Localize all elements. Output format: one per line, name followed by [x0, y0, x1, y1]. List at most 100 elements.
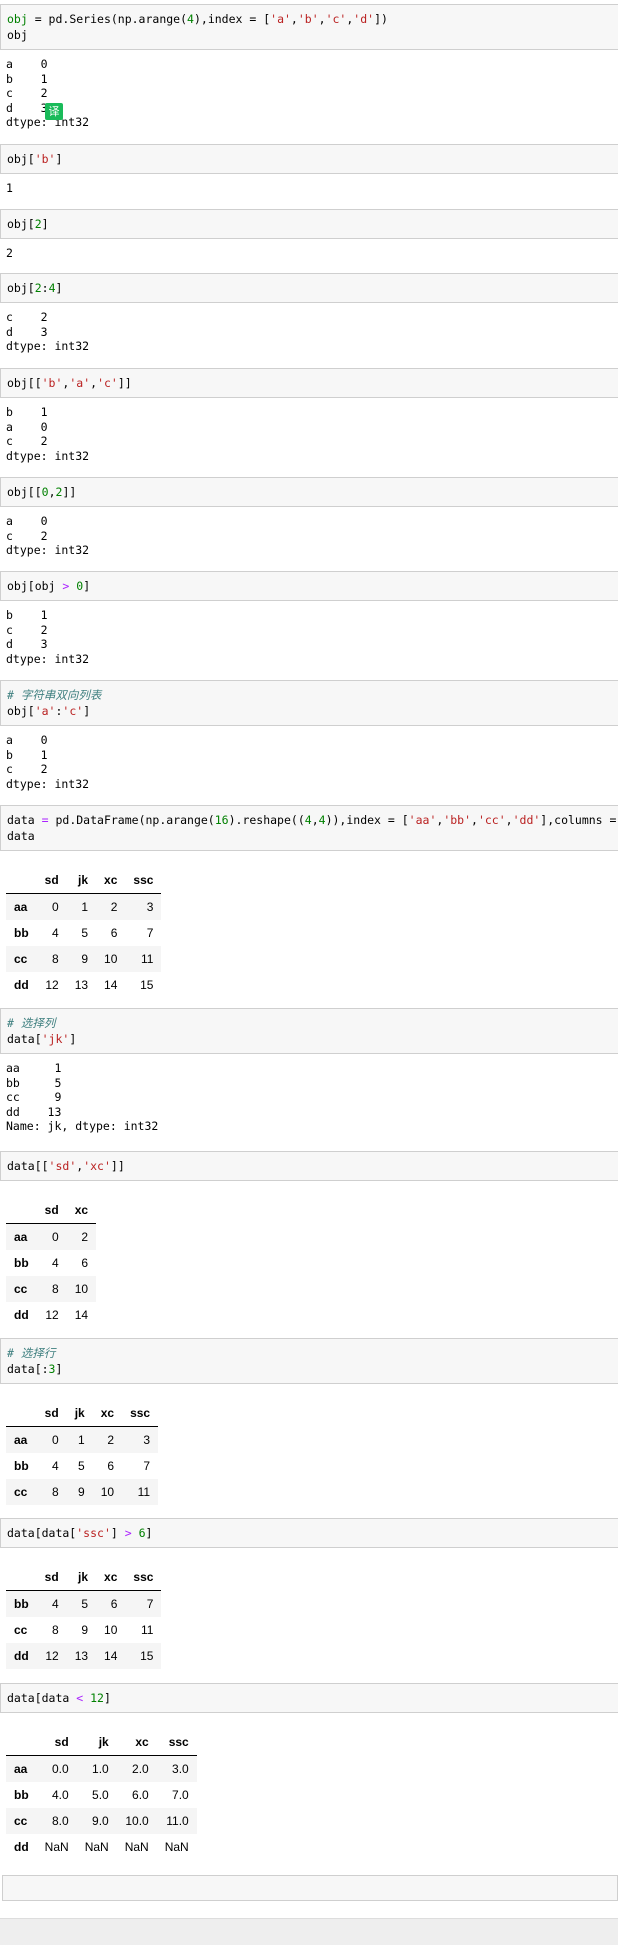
- code-input[interactable]: # 选择行 data[:3]: [0, 1338, 618, 1384]
- table-row: cc 8 10: [6, 1276, 97, 1302]
- translate-badge-icon[interactable]: 译: [45, 103, 63, 120]
- row-index: dd: [14, 977, 29, 992]
- code-token: ,: [311, 813, 319, 827]
- code-input[interactable]: # 选择列 data['jk']: [0, 1008, 618, 1054]
- table-cell: 6: [110, 1596, 118, 1611]
- code-token: ,: [48, 485, 56, 499]
- dataframe-table: sd jk xc ssc aa 0 1 2 3 bb 4 5 6 7 cc 8 9 10 11 dd 12 13 14 15: [6, 867, 162, 998]
- code-input[interactable]: data[['sd','xc']]: [0, 1151, 618, 1181]
- table-row: bb 4 5 6 7: [6, 920, 161, 946]
- code-input[interactable]: # 字符串双向列表 obj['a':'c']: [0, 680, 618, 726]
- code-input[interactable]: obj[obj > 0]: [0, 571, 618, 601]
- code-token: pd.DataFrame(np.arange(: [48, 813, 215, 827]
- code-input[interactable]: obj[['b','a','c']]: [0, 368, 618, 398]
- dataframe-table: sd jk xc ssc bb 4 5 6 7 cc 8 9 10 11 dd 12 13 14 15: [6, 1564, 162, 1669]
- table-cell: 2: [110, 899, 118, 914]
- table-cell: 13: [74, 977, 89, 992]
- row-index: cc: [14, 1484, 28, 1499]
- cell-output: aa 1 bb 5 cc 9 dd 13 Name: jk, dtype: int32: [0, 1054, 618, 1134]
- code-input[interactable]: obj['b']: [0, 144, 618, 174]
- code-token: obj: [7, 28, 28, 42]
- code-token: ).reshape((: [228, 813, 305, 827]
- output-line: b 1: [6, 747, 48, 762]
- code-input[interactable]: data[data['ssc'] > 6]: [0, 1518, 618, 1548]
- code-line: data: [7, 828, 612, 844]
- column-header: sd: [36, 1729, 77, 1756]
- column-header: xc: [92, 1400, 123, 1427]
- table-cell: 0: [52, 899, 59, 914]
- code-token: 'c': [62, 704, 84, 718]
- notebook-cell: obj[['b','a','c']] b 1a 0c 2 dtype: int32: [0, 368, 618, 463]
- output-line: dd 13: [6, 1104, 62, 1119]
- table-row: aa 0 1 2 3: [6, 1426, 159, 1453]
- index-header: [6, 1400, 37, 1427]
- code-line: obj: [7, 27, 612, 43]
- table-cell: 8.0: [52, 1813, 69, 1828]
- code-token: obj[obj: [7, 579, 63, 593]
- output-line: b 1: [6, 405, 48, 419]
- code-input[interactable]: obj[2:4]: [0, 273, 618, 303]
- output-line: dtype: int32: [6, 115, 90, 129]
- code-token: data[data[: [7, 1526, 77, 1540]
- table-cell: 4.0: [52, 1787, 69, 1802]
- row-index: bb: [14, 1596, 29, 1611]
- code-token: 'sd': [48, 1159, 77, 1173]
- output-line: c 2: [6, 434, 48, 448]
- notebook-cell: # 选择行 data[:3] sd jk xc ssc aa 0 1 2 3 bb 4 5 6 7 cc 8 9 10…: [0, 1338, 618, 1505]
- bottom-scrollbar[interactable]: [0, 1918, 618, 1945]
- code-token: 4: [187, 12, 194, 26]
- output-line: a 0: [6, 733, 48, 747]
- table-cell: 0: [52, 1432, 59, 1447]
- code-line: obj[2]: [7, 216, 612, 232]
- code-input[interactable]: data[data < 12]: [0, 1683, 618, 1713]
- table-cell: 3: [146, 899, 154, 914]
- table-cell: 9: [78, 1484, 85, 1499]
- code-token: ]): [374, 12, 388, 26]
- table-row: aa 0 1 2 3: [6, 893, 162, 920]
- table-cell: 14: [104, 1648, 118, 1663]
- output-line: d 3: [6, 100, 48, 115]
- table-row: dd 12 13 14 15: [6, 972, 161, 998]
- code-input[interactable]: data = pd.DataFrame(np.arange(16).reshap…: [0, 805, 618, 851]
- code-token: ,: [290, 12, 298, 26]
- table-cell: 14: [104, 977, 118, 992]
- dataframe-table: sd jk xc ssc aa 0.0 1.0 2.0 3.0 bb 4.0 5.0 6.0 7.0 cc 8…: [6, 1729, 197, 1860]
- code-token: 2: [34, 217, 42, 231]
- empty-code-cell[interactable]: [2, 1875, 618, 1901]
- table-cell: 10: [100, 1484, 115, 1499]
- table-cell: 1: [78, 1432, 85, 1447]
- cell-output: sd jk xc ssc aa 0 1 2 3 bb 4 5 6 7 cc 8 9 10 11 dd 12 13 14 15: [0, 851, 618, 998]
- output-line: b 1: [6, 71, 48, 86]
- table-cell: NaN: [84, 1839, 109, 1854]
- output-line: a 0: [6, 57, 48, 71]
- code-input[interactable]: obj = pd.Series(np.arange(4),index = ['a…: [0, 4, 618, 50]
- table-cell: 8: [52, 1622, 59, 1637]
- column-header: sd: [36, 1564, 67, 1591]
- table-cell: 12: [45, 977, 59, 992]
- code-token: 'c': [325, 12, 347, 26]
- code-token: ]: [103, 1691, 111, 1705]
- row-index: cc: [14, 1281, 28, 1296]
- table-cell: 10: [104, 951, 118, 966]
- code-token: 'a': [69, 376, 91, 390]
- table-row: bb 4 6: [6, 1250, 96, 1276]
- cell-output: a 0b 1c 2d 3 dtype: int32: [0, 50, 618, 130]
- table-cell: 5.0: [92, 1787, 109, 1802]
- table-cell: 5: [81, 1596, 89, 1611]
- cell-output: 2: [0, 239, 618, 261]
- output-line: b 1: [6, 608, 48, 622]
- code-token: 4: [304, 813, 312, 827]
- table-row: dd 12 13 14 15: [6, 1643, 162, 1669]
- code-token: obj[[: [7, 376, 42, 390]
- code-token: 'ssc': [76, 1526, 111, 1540]
- code-input[interactable]: obj[[0,2]]: [0, 477, 618, 507]
- code-token: data: [7, 829, 35, 843]
- table-cell: 7: [143, 1458, 151, 1473]
- code-input[interactable]: obj[2]: [0, 209, 618, 239]
- row-index: aa: [14, 1229, 28, 1244]
- table-cell: 6: [110, 925, 118, 940]
- code-token: >: [124, 1526, 132, 1540]
- code-token: obj[[: [7, 485, 42, 499]
- table-cell: 9: [81, 951, 89, 966]
- row-index: cc: [14, 951, 28, 966]
